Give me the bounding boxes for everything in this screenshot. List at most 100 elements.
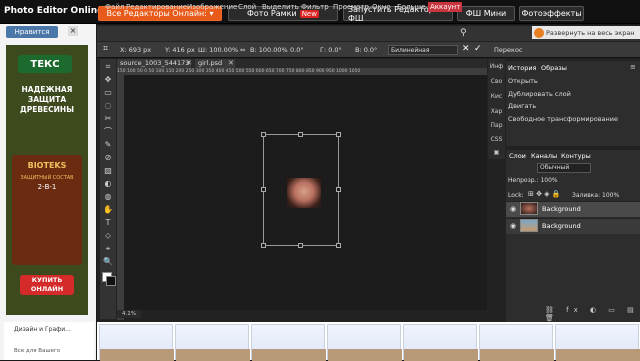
skew-v-field[interactable]: В: 0.0° <box>355 46 377 54</box>
tool-eraser-icon[interactable]: ⊘ <box>101 151 115 164</box>
perspective-label[interactable]: Перекос <box>494 46 523 54</box>
cancel-icon[interactable]: ✕ <box>462 44 470 54</box>
ad-tile-image <box>252 349 326 361</box>
history-item[interactable]: Свободное трансформирование <box>508 115 618 123</box>
tool-move-icon[interactable]: ⌗ <box>101 60 115 73</box>
ad-tile[interactable] <box>175 324 250 361</box>
ad-tile[interactable] <box>327 324 402 361</box>
history-item[interactable]: Дублировать слой <box>508 90 571 98</box>
ad-tile[interactable] <box>99 324 174 361</box>
menu-window[interactable]: Окно <box>372 3 391 11</box>
transform-handle[interactable] <box>261 243 266 248</box>
ad-tile[interactable] <box>251 324 326 361</box>
transform-icon[interactable]: ⌗ <box>103 44 108 54</box>
skew-h-field[interactable]: Г: 0.0° <box>320 46 342 54</box>
tool-shape-icon[interactable]: ⬦ <box>101 229 115 242</box>
ad-tile[interactable] <box>555 324 640 361</box>
layer-name[interactable]: Background <box>542 205 581 213</box>
ad-tile-image <box>556 349 640 361</box>
tool-wand-icon[interactable]: ⌒ <box>101 125 115 138</box>
like-button[interactable]: Нравится <box>6 26 58 38</box>
link-icon[interactable]: ⇔ <box>240 46 245 54</box>
image-icon[interactable]: ▣ <box>488 147 505 159</box>
expand-icon[interactable] <box>534 28 544 38</box>
left-ad-bottom[interactable]: Дизайн и Графи... Все для Вашего <box>4 322 94 360</box>
background-color-swatch[interactable] <box>106 276 116 286</box>
menu-filter[interactable]: Фильтр <box>301 3 329 11</box>
menu-edit[interactable]: Редактирование <box>126 3 187 11</box>
tool-dodge-icon[interactable]: ◐ <box>101 177 115 190</box>
transform-handle[interactable] <box>336 132 341 137</box>
fill-field[interactable]: Заливка: 100% <box>572 192 619 199</box>
transform-handle[interactable] <box>336 243 341 248</box>
tool-lasso-icon[interactable]: ◌ <box>101 99 115 112</box>
tool-text-icon[interactable]: T <box>101 216 115 229</box>
close-ad-icon[interactable]: × <box>68 26 78 36</box>
blend-mode-select[interactable]: Обычный <box>537 163 591 173</box>
menu-account[interactable]: Аккаунт <box>428 2 463 12</box>
height-field[interactable]: В: 100.00% <box>250 46 288 54</box>
tab-info[interactable]: Инф <box>488 61 505 73</box>
tool-marquee-icon[interactable]: ▭ <box>101 86 115 99</box>
menu-layer[interactable]: Слой <box>238 3 256 11</box>
tool-crop-icon[interactable]: ✂ <box>101 112 115 125</box>
menu-more[interactable]: Больше <box>397 3 425 11</box>
ad-slogan: НАДЕЖНАЯ ЗАЩИТА ДРЕВЕСИНЫ <box>20 85 74 114</box>
close-tab-icon[interactable]: ✕ <box>228 59 234 67</box>
x-coordinate[interactable]: X: 693 px <box>120 46 151 54</box>
layer-name[interactable]: Background <box>542 222 581 230</box>
close-tab-icon[interactable]: ✕ <box>186 59 192 67</box>
menu-view[interactable]: Просмотр <box>333 3 369 11</box>
tab-snapshots[interactable]: Образы <box>541 64 567 72</box>
tab-paths[interactable]: Контуры <box>561 152 591 160</box>
site-logo[interactable]: Photo Editor Online <box>4 6 103 16</box>
history-item[interactable]: Открыть <box>508 77 538 85</box>
confirm-icon[interactable]: ✓ <box>474 44 482 54</box>
layer-action-icons[interactable]: ⛓ fx ◐ ▭ ▤ 🗑 <box>545 306 640 322</box>
zoom-level[interactable]: 4.1% <box>117 310 141 318</box>
opacity-field[interactable]: Непрозр.: 100% <box>508 177 558 184</box>
tab-css[interactable]: CSS <box>488 134 505 146</box>
angle-field[interactable]: 0.0° <box>290 46 304 54</box>
ad-product-image: BIOTEKS ЗАЩИТНЫЙ СОСТАВ 2-В-1 <box>12 155 82 265</box>
ad-tile[interactable] <box>479 324 554 361</box>
transform-handle[interactable] <box>336 187 341 192</box>
menu-select[interactable]: Выделить <box>262 3 299 11</box>
tab-channels[interactable]: Каналы <box>531 152 557 160</box>
tool-eyedropper-icon[interactable]: ⌖ <box>101 242 115 255</box>
ad-buy-button[interactable]: КУПИТЬ ОНЛАЙН <box>20 275 74 295</box>
transform-handle[interactable] <box>261 187 266 192</box>
tab-character[interactable]: Хар <box>488 106 505 118</box>
photo-effects-button[interactable]: Фотоэффекты <box>519 6 584 21</box>
ps-mini-button[interactable]: ФШ Мини <box>457 6 515 21</box>
tool-zoom-icon[interactable]: 🔍 <box>101 255 115 268</box>
transform-handle[interactable] <box>261 132 266 137</box>
transform-handle[interactable] <box>298 132 303 137</box>
tool-blur-icon[interactable]: ◍ <box>101 190 115 203</box>
interpolation-select[interactable]: Билинейная <box>388 45 458 55</box>
tab-source[interactable]: source_1003_544173 <box>117 59 191 68</box>
lock-icons[interactable]: ⊞ ✥ ◈ 🔒 <box>528 190 561 198</box>
menu-image[interactable]: Изображение <box>187 3 237 11</box>
tool-fill-icon[interactable]: ▨ <box>101 164 115 177</box>
fullscreen-button[interactable]: Развернуть на весь экран <box>532 26 640 39</box>
ad-banner[interactable]: ТЕКС НАДЕЖНАЯ ЗАЩИТА ДРЕВЕСИНЫ BIOTEKS З… <box>6 45 88 315</box>
panel-menu-icon[interactable]: ≡ <box>630 63 636 71</box>
transform-handle[interactable] <box>298 243 303 248</box>
tab-paragraph[interactable]: Пар <box>488 120 505 132</box>
history-item[interactable]: Двигать <box>508 102 536 110</box>
visibility-eye-icon[interactable]: ◉ <box>510 205 518 213</box>
tab-history[interactable]: История <box>508 64 536 72</box>
y-coordinate[interactable]: Y: 416 px <box>165 46 195 54</box>
tool-hand-icon[interactable]: ✋ <box>101 203 115 216</box>
tab-properties[interactable]: Сво <box>488 76 505 88</box>
search-icon[interactable]: ⚲ <box>460 28 467 38</box>
width-field[interactable]: Ш: 100.00% <box>198 46 238 54</box>
tab-layers[interactable]: Слои <box>509 152 526 160</box>
tool-brush-icon[interactable]: ✎ <box>101 138 115 151</box>
tool-pan-icon[interactable]: ✥ <box>101 73 115 86</box>
menu-file[interactable]: Файл <box>105 3 124 11</box>
tab-brushes[interactable]: Кис <box>488 91 505 103</box>
visibility-eye-icon[interactable]: ◉ <box>510 222 518 230</box>
ad-tile[interactable] <box>403 324 478 361</box>
